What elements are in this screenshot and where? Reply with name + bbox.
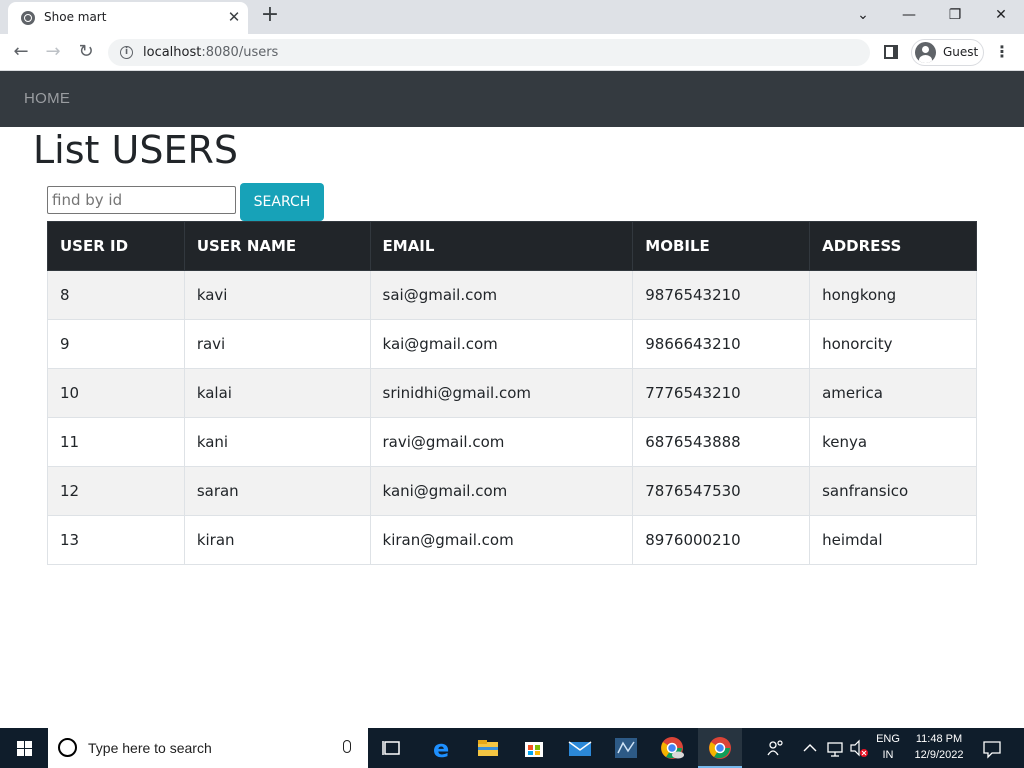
cortana-icon bbox=[58, 738, 77, 757]
cell-user-id: 9 bbox=[47, 319, 185, 369]
tab-title: Shoe mart bbox=[44, 10, 107, 24]
cell-mobile: 7876547530 bbox=[632, 466, 811, 516]
users-table: USER ID USER NAME EMAIL MOBILE ADDRESS 8… bbox=[47, 221, 977, 565]
column-header-user-name: USER NAME bbox=[183, 221, 371, 271]
reload-icon[interactable]: ↻ bbox=[74, 40, 98, 64]
table-header-row: USER ID USER NAME EMAIL MOBILE ADDRESS bbox=[47, 221, 977, 271]
restore-icon[interactable]: ❐ bbox=[940, 3, 970, 27]
table-row: 8 kavi sai@gmail.com 9876543210 hongkong bbox=[47, 270, 977, 320]
show-hidden-icons-chevron[interactable] bbox=[800, 733, 820, 763]
svg-text:e: e bbox=[433, 735, 449, 763]
volume-muted-icon[interactable] bbox=[848, 733, 872, 763]
cell-email: ravi@gmail.com bbox=[369, 417, 634, 467]
task-view-icon[interactable] bbox=[374, 733, 410, 763]
cell-email: sai@gmail.com bbox=[369, 270, 634, 320]
chrome-active-icon[interactable] bbox=[698, 728, 742, 768]
file-explorer-icon[interactable] bbox=[470, 733, 506, 763]
table-row: 12 saran kani@gmail.com 7876547530 sanfr… bbox=[47, 466, 977, 516]
globe-icon bbox=[21, 11, 35, 25]
cell-address: hongkong bbox=[809, 270, 977, 320]
cell-email: srinidhi@gmail.com bbox=[369, 368, 634, 418]
microphone-icon[interactable] bbox=[343, 740, 351, 753]
cell-user-id: 10 bbox=[47, 368, 185, 418]
cell-mobile: 8976000210 bbox=[632, 515, 811, 565]
cell-address: kenya bbox=[809, 417, 977, 467]
taskbar-search-placeholder: Type here to search bbox=[88, 740, 212, 756]
table-row: 10 kalai srinidhi@gmail.com 7776543210 a… bbox=[47, 368, 977, 418]
profile-button[interactable]: Guest bbox=[911, 39, 984, 66]
edge-browser-icon[interactable]: e bbox=[424, 733, 460, 763]
clock-date[interactable]: 12/9/2022 bbox=[906, 749, 972, 761]
chrome-weather-icon[interactable] bbox=[654, 733, 690, 763]
table-row: 11 kani ravi@gmail.com 6876543888 kenya bbox=[47, 417, 977, 467]
cell-user-id: 13 bbox=[47, 515, 185, 565]
cell-user-name: saran bbox=[183, 466, 371, 516]
cell-user-name: kalai bbox=[183, 368, 371, 418]
cell-user-id: 8 bbox=[47, 270, 185, 320]
action-center-icon[interactable] bbox=[978, 733, 1006, 763]
page-title: List USERS bbox=[33, 128, 238, 172]
network-icon[interactable] bbox=[822, 733, 848, 763]
cell-address: america bbox=[809, 368, 977, 418]
more-menu-icon[interactable]: ⋮ bbox=[994, 41, 1010, 63]
windows-taskbar: Type here to search e ENG IN 11:48 PM 12… bbox=[0, 728, 1024, 768]
site-info-icon[interactable]: i bbox=[120, 46, 133, 59]
back-icon[interactable]: ← bbox=[9, 40, 33, 64]
language-indicator-top[interactable]: ENG bbox=[874, 733, 902, 745]
browser-toolbar: ← → ↻ i localhost:8080/users Guest ⋮ bbox=[0, 34, 1024, 71]
windows-logo-icon bbox=[17, 741, 32, 756]
cell-mobile: 9876543210 bbox=[632, 270, 811, 320]
browser-tabstrip: Shoe mart ✕ + ⌄ — ❐ ✕ bbox=[0, 0, 1024, 34]
cell-email: kiran@gmail.com bbox=[369, 515, 634, 565]
avatar-icon bbox=[915, 42, 936, 63]
cell-mobile: 9866643210 bbox=[632, 319, 811, 369]
start-button[interactable] bbox=[0, 728, 48, 768]
clock-time[interactable]: 11:48 PM bbox=[906, 733, 972, 745]
cell-user-id: 11 bbox=[47, 417, 185, 467]
address-bar[interactable]: i localhost:8080/users bbox=[108, 39, 870, 66]
store-icon[interactable] bbox=[516, 733, 552, 763]
cell-email: kai@gmail.com bbox=[369, 319, 634, 369]
close-tab-icon[interactable]: ✕ bbox=[225, 8, 243, 26]
site-navbar: HOME bbox=[0, 71, 1024, 127]
side-panel-icon[interactable] bbox=[884, 45, 898, 59]
profile-label: Guest bbox=[943, 45, 979, 59]
cell-user-id: 12 bbox=[47, 466, 185, 516]
cell-mobile: 6876543888 bbox=[632, 417, 811, 467]
cell-mobile: 7776543210 bbox=[632, 368, 811, 418]
column-header-user-id: USER ID bbox=[47, 221, 185, 271]
cell-user-name: kavi bbox=[183, 270, 371, 320]
taskbar-search-box[interactable]: Type here to search bbox=[48, 728, 368, 768]
cell-address: heimdal bbox=[809, 515, 977, 565]
cell-user-name: kani bbox=[183, 417, 371, 467]
mysql-workbench-icon[interactable] bbox=[608, 733, 644, 763]
column-header-address: ADDRESS bbox=[809, 221, 977, 271]
column-header-email: EMAIL bbox=[369, 221, 634, 271]
url-host: localhost bbox=[143, 45, 202, 60]
tab-search-chevron-icon[interactable]: ⌄ bbox=[848, 3, 878, 27]
table-row: 13 kiran kiran@gmail.com 8976000210 heim… bbox=[47, 515, 977, 565]
cell-user-name: ravi bbox=[183, 319, 371, 369]
url-text: localhost:8080/users bbox=[143, 45, 278, 60]
nav-home-link[interactable]: HOME bbox=[24, 90, 70, 107]
cell-email: kani@gmail.com bbox=[369, 466, 634, 516]
people-icon[interactable] bbox=[758, 733, 794, 763]
cell-address: honorcity bbox=[809, 319, 977, 369]
mail-icon[interactable] bbox=[562, 733, 598, 763]
table-row: 9 ravi kai@gmail.com 9866643210 honorcit… bbox=[47, 319, 977, 369]
search-button[interactable]: SEARCH bbox=[240, 183, 324, 221]
url-path: :8080/users bbox=[201, 45, 279, 60]
column-header-mobile: MOBILE bbox=[632, 221, 811, 271]
cell-address: sanfransico bbox=[809, 466, 977, 516]
language-indicator-bottom[interactable]: IN bbox=[874, 749, 902, 761]
forward-icon[interactable]: → bbox=[41, 40, 65, 64]
minimize-icon[interactable]: — bbox=[894, 3, 924, 27]
close-window-icon[interactable]: ✕ bbox=[986, 3, 1016, 27]
new-tab-icon[interactable]: + bbox=[259, 4, 281, 26]
browser-tab[interactable]: Shoe mart ✕ bbox=[8, 2, 248, 34]
search-input[interactable] bbox=[47, 186, 236, 214]
cell-user-name: kiran bbox=[183, 515, 371, 565]
